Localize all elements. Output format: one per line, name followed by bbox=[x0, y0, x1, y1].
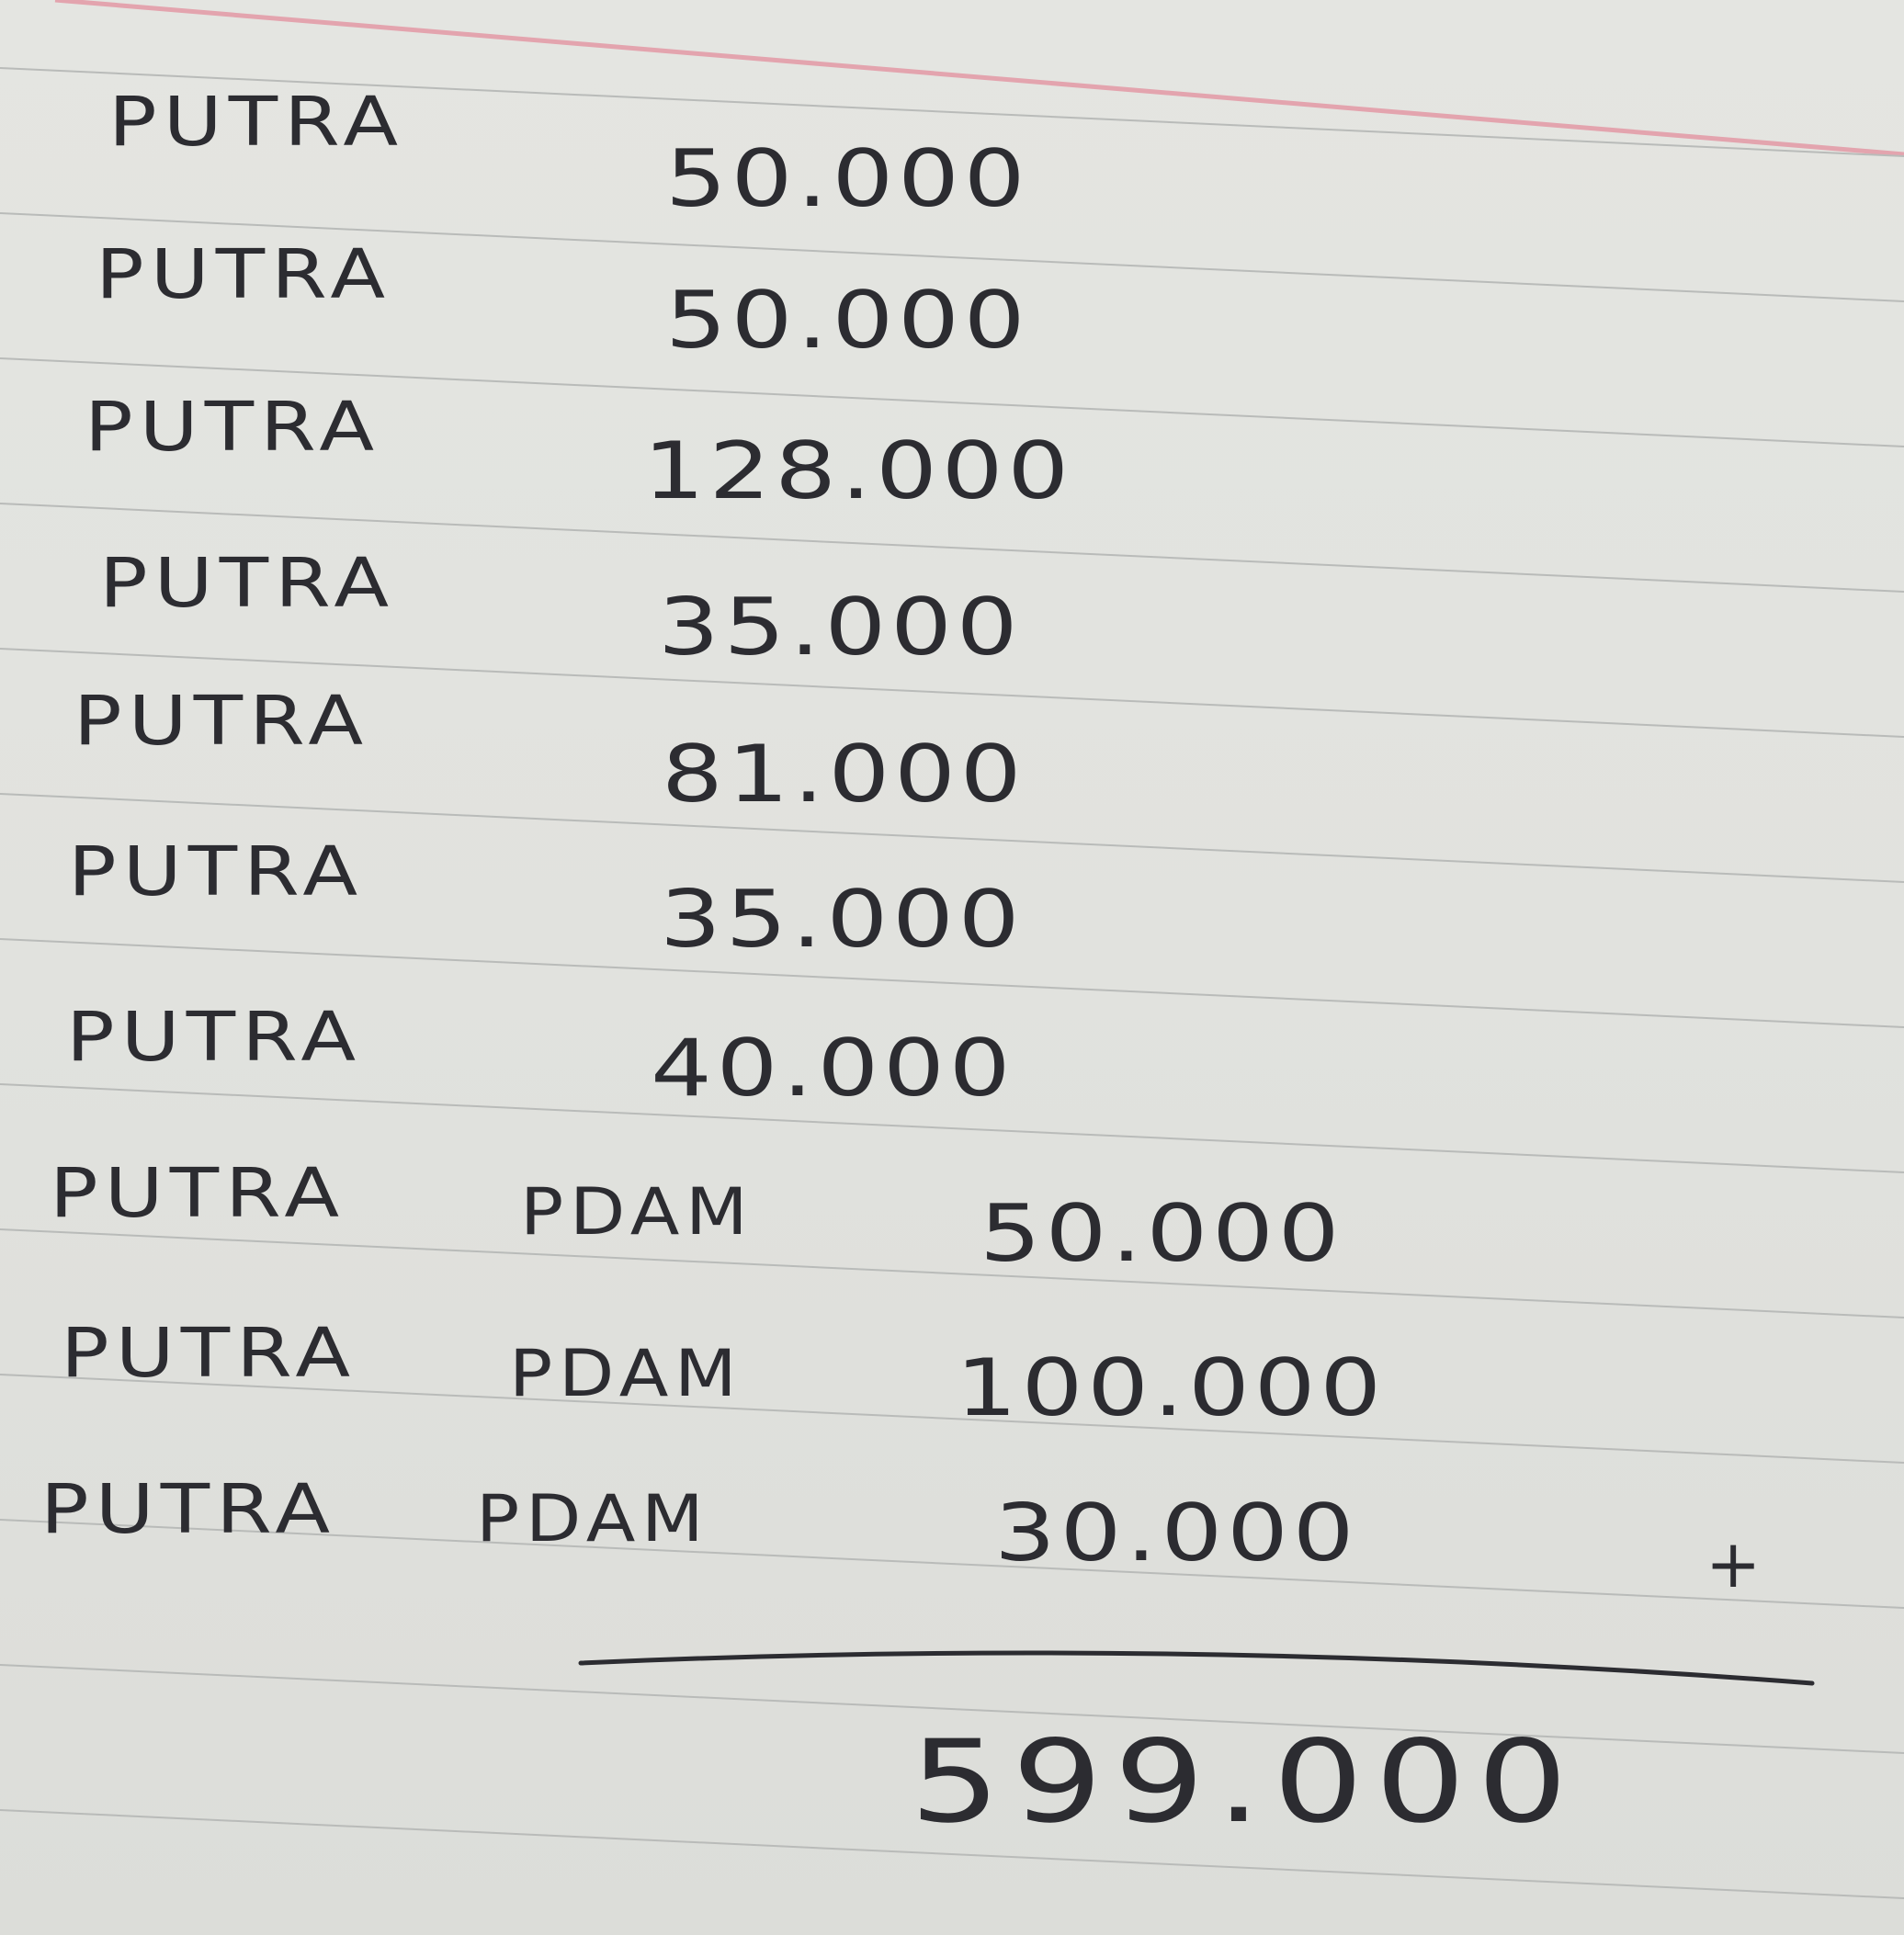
entry-6-amount: 35.000 bbox=[660, 874, 1025, 966]
entry-8-memo: PDAM bbox=[520, 1174, 754, 1250]
sum-underline bbox=[578, 1650, 1815, 1686]
notebook-page: PUTRA 50.000 PUTRA 50.000 PUTRA 128.000 … bbox=[0, 0, 1904, 1935]
entry-6-name: PUTRA bbox=[68, 832, 365, 911]
entry-7-name: PUTRA bbox=[66, 998, 363, 1077]
entry-9-name: PUTRA bbox=[61, 1314, 357, 1393]
entry-3-amount: 128.000 bbox=[643, 425, 1074, 517]
entry-5-amount: 81.000 bbox=[662, 729, 1026, 820]
entry-4-name: PUTRA bbox=[99, 544, 396, 623]
entry-1-amount: 50.000 bbox=[665, 133, 1030, 225]
entry-8-name: PUTRA bbox=[50, 1154, 346, 1233]
entry-2-name: PUTRA bbox=[96, 235, 392, 314]
entry-8-amount: 50.000 bbox=[980, 1188, 1344, 1280]
total-amount: 599.000 bbox=[910, 1716, 1580, 1849]
entry-9-amount: 100.000 bbox=[956, 1342, 1387, 1434]
entry-3-name: PUTRA bbox=[85, 388, 381, 467]
entry-5-name: PUTRA bbox=[74, 682, 370, 761]
entry-7-amount: 40.000 bbox=[651, 1023, 1015, 1115]
entry-10-amount: 30.000 bbox=[994, 1488, 1359, 1579]
entry-4-amount: 35.000 bbox=[658, 582, 1023, 673]
entry-9-memo: PDAM bbox=[509, 1336, 743, 1411]
entry-10-memo: PDAM bbox=[476, 1481, 710, 1556]
entry-10-name: PUTRA bbox=[40, 1470, 337, 1549]
rule-line bbox=[0, 1228, 1904, 1318]
entry-1-name: PUTRA bbox=[108, 83, 405, 162]
plus-sign: + bbox=[1706, 1525, 1767, 1602]
entry-2-amount: 50.000 bbox=[665, 275, 1030, 367]
